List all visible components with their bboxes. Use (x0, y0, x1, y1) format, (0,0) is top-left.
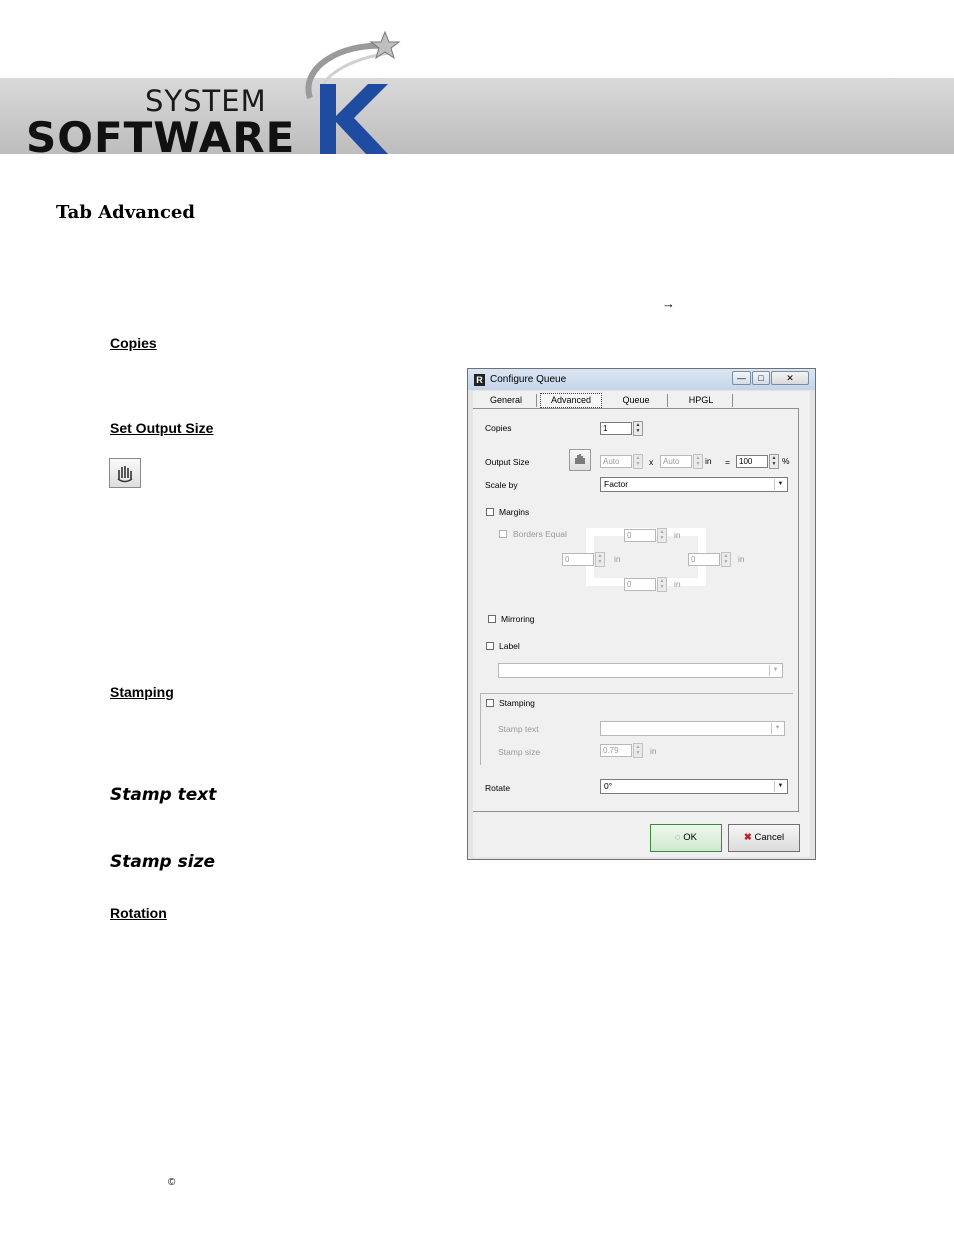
dialog-titlebar: R Configure Queue — □ ✕ (468, 369, 815, 390)
output-height-input[interactable]: Auto (660, 455, 692, 468)
copies-spinner[interactable]: ▲ ▼ (633, 421, 643, 436)
section-output-size: Set Output Size (110, 420, 214, 436)
label-checkbox[interactable] (486, 642, 494, 650)
output-width-input[interactable]: Auto (600, 455, 632, 468)
tab-general[interactable]: General (476, 394, 537, 407)
dialog-body: General Advanced Queue HPGL Copies 1 ▲ ▼ … (473, 391, 810, 857)
output-size-equals: = (725, 457, 730, 467)
margin-bottom-unit: in (674, 579, 681, 589)
stamp-text-select[interactable]: ▼ (600, 721, 785, 736)
scale-by-label: Scale by (485, 480, 518, 490)
section-rotation: Rotation (110, 905, 167, 921)
stamping-label: Stamping (499, 698, 535, 708)
section-copies: Copies (110, 335, 157, 351)
hand-tool-button[interactable] (109, 458, 141, 488)
rotate-value: 0° (604, 781, 613, 791)
label-label: Label (499, 641, 520, 651)
chevron-down-icon: ▼ (774, 479, 786, 490)
chevron-down-icon: ▼ (771, 723, 783, 734)
stamping-checkbox[interactable] (486, 699, 494, 707)
margin-right-input[interactable]: 0 (688, 553, 720, 566)
hand-icon (575, 454, 585, 464)
stamp-size-spinner[interactable]: ▲ ▼ (633, 743, 643, 758)
tab-strip-line (473, 408, 799, 409)
margins-checkbox[interactable] (486, 508, 494, 516)
output-percent-spinner[interactable]: ▲ ▼ (769, 454, 779, 469)
output-height-spinner[interactable]: ▲ ▼ (693, 454, 703, 469)
margin-top-unit: in (674, 530, 681, 540)
rotate-select[interactable]: 0° ▼ (600, 779, 788, 794)
heading-stamp-text: Stamp text (110, 785, 217, 805)
copyright-symbol: © (168, 1177, 176, 1188)
cancel-label: Cancel (754, 832, 785, 843)
copies-input[interactable]: 1 (600, 422, 632, 435)
minimize-button[interactable]: — (732, 371, 751, 385)
stamp-size-input[interactable]: 0.79 (600, 744, 632, 757)
logo-k-icon (305, 30, 401, 154)
refresh-icon: ◌ (674, 832, 681, 843)
output-size-unit: in (705, 456, 712, 466)
tab-queue[interactable]: Queue (605, 394, 668, 407)
logo-software-text: SOFTWARE (26, 113, 296, 162)
margin-top-input[interactable]: 0 (624, 529, 656, 542)
output-size-hand-button[interactable] (569, 449, 591, 471)
ok-label: OK (683, 832, 698, 843)
configure-queue-dialog: R Configure Queue — □ ✕ General Advanced… (467, 368, 816, 860)
margin-right-unit: in (738, 554, 745, 564)
rotate-label: Rotate (485, 783, 511, 793)
tab-hpgl[interactable]: HPGL (670, 394, 733, 407)
scale-by-select[interactable]: Factor ▼ (600, 477, 788, 492)
chevron-down-icon: ▼ (774, 781, 786, 792)
stamp-text-label: Stamp text (498, 724, 539, 734)
label-select[interactable]: ▼ (498, 663, 783, 678)
output-percent-sign: % (782, 456, 790, 466)
cancel-button[interactable]: ✖ Cancel (728, 824, 800, 852)
stamp-size-label: Stamp size (498, 747, 541, 757)
borders-equal-label: Borders Equal (513, 529, 567, 539)
app-icon: R (474, 374, 485, 386)
margins-label: Margins (499, 507, 530, 517)
output-percent-input[interactable]: 100 (736, 455, 768, 468)
mirroring-checkbox[interactable] (488, 615, 496, 623)
heading-stamp-size: Stamp size (110, 852, 216, 872)
arrow-icon: → (662, 296, 675, 311)
maximize-button[interactable]: □ (752, 371, 770, 385)
panel-bottom-line (473, 811, 799, 812)
chevron-down-icon: ▼ (769, 665, 781, 676)
output-width-spinner[interactable]: ▲ ▼ (633, 454, 643, 469)
margin-bottom-spinner[interactable]: ▲ ▼ (657, 577, 667, 592)
margin-right-spinner[interactable]: ▲ ▼ (721, 552, 731, 567)
tab-advanced[interactable]: Advanced (540, 393, 602, 408)
output-size-x: x (649, 457, 654, 467)
tab-panel-edge (798, 408, 799, 811)
ok-button[interactable]: ◌ OK (650, 824, 722, 852)
scale-by-value: Factor (604, 479, 629, 489)
borders-equal-checkbox[interactable] (499, 530, 507, 538)
close-button[interactable]: ✕ (771, 371, 809, 385)
margin-left-spinner[interactable]: ▲ ▼ (595, 552, 605, 567)
page-title: Tab Advanced (56, 202, 195, 223)
margin-top-spinner[interactable]: ▲ ▼ (657, 528, 667, 543)
hand-icon (117, 466, 133, 483)
close-icon: ✖ (743, 832, 752, 843)
dialog-title: Configure Queue (490, 374, 567, 385)
margin-bottom-input[interactable]: 0 (624, 578, 656, 591)
margin-left-unit: in (614, 554, 621, 564)
mirroring-label: Mirroring (501, 614, 535, 624)
margin-left-input[interactable]: 0 (562, 553, 594, 566)
copies-label: Copies (485, 423, 512, 433)
output-size-label: Output Size (485, 457, 530, 467)
section-stamping: Stamping (110, 684, 174, 700)
stamp-size-unit: in (650, 746, 657, 756)
